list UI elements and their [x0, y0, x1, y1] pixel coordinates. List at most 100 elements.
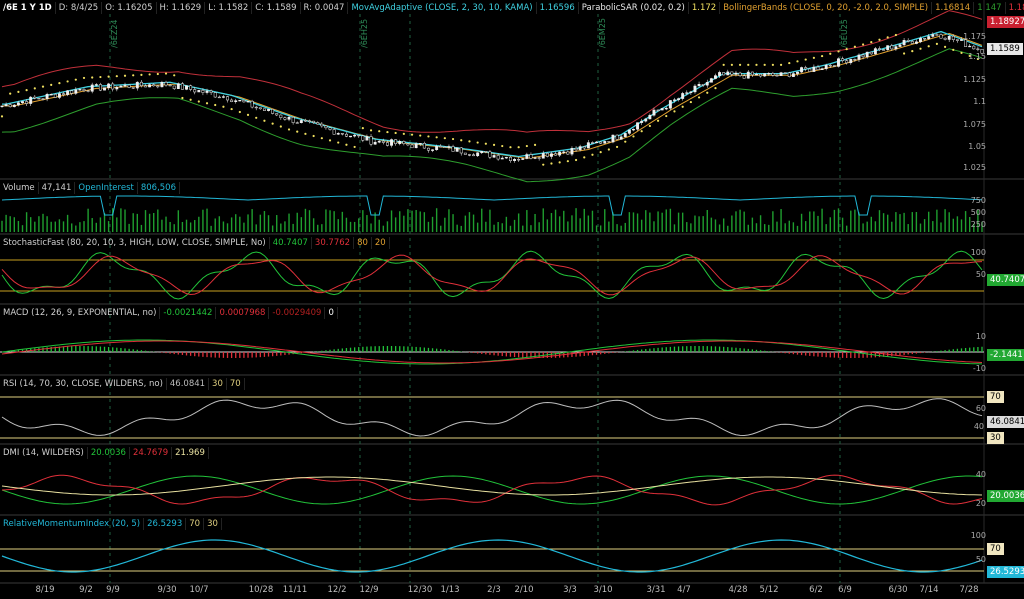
candle-body: [808, 68, 812, 72]
candle-body: [517, 159, 521, 161]
rsi-label[interactable]: RSI (14, 70, 30, CLOSE, WILDERS, no): [0, 377, 167, 390]
candle-body: [78, 89, 82, 91]
candle-body: [180, 83, 184, 90]
x-tick-14: 3/10: [593, 585, 613, 595]
candle-body: [4, 104, 8, 107]
x-tick-6: 11/11: [282, 585, 308, 595]
candle-body: [308, 120, 311, 122]
candle-body: [619, 136, 623, 140]
chart-canvas[interactable]: [0, 0, 1024, 599]
contract-mark-2: /6EH25: [360, 18, 369, 48]
psar-dot: [132, 74, 135, 77]
rmi-tick-3: 50: [975, 555, 986, 564]
candle-body: [45, 94, 49, 99]
candle-body: [29, 96, 33, 104]
x-tick-5: 10/28: [248, 585, 274, 595]
rmi-line: [1, 539, 983, 573]
psar-dot: [870, 41, 873, 44]
dmi-label[interactable]: DMI (14, WILDERS): [0, 446, 88, 459]
candle-body: [57, 93, 61, 98]
x-tick-21: 6/30: [888, 585, 908, 595]
candle-body: [221, 96, 225, 98]
x-tick-18: 5/12: [759, 585, 779, 595]
candle-body: [472, 154, 475, 157]
macd-zero-value: 0: [325, 306, 338, 319]
psar-dot: [312, 134, 315, 138]
rsi-ob-badge: 70: [987, 391, 1004, 403]
psar-dot: [624, 140, 627, 143]
psar-dot: [279, 125, 282, 128]
psar-dot: [681, 105, 684, 108]
candle-body: [783, 72, 787, 74]
psar-dot: [812, 56, 815, 59]
x-tick-0: 8/19: [35, 585, 55, 595]
rsi-os-badge: 30: [987, 432, 1004, 444]
stoch-label[interactable]: StochasticFast (80, 20, 10, 3, HIGH, LOW…: [0, 236, 270, 249]
dmi-tick-2: 20: [975, 499, 986, 508]
volume-tick-3: 250: [970, 220, 986, 229]
psar-dot: [230, 107, 233, 111]
candle-body: [37, 98, 41, 100]
rmi-badge: 26.5293: [987, 566, 1024, 578]
price-tick-1: 1.175: [963, 32, 986, 41]
candle-body: [763, 73, 767, 77]
candle-body: [668, 100, 672, 109]
rmi-label[interactable]: RelativeMomentumIndex (20, 5): [0, 517, 145, 530]
candle-body: [127, 84, 131, 88]
psar-dot: [214, 103, 217, 107]
candle-body: [324, 125, 328, 129]
volume-tick-1: 750: [970, 196, 986, 205]
candle-body: [722, 72, 726, 76]
psar-dot: [255, 116, 258, 119]
psar-dot: [509, 146, 512, 149]
candle-body: [759, 73, 763, 77]
psar-dot: [337, 141, 340, 144]
candle-body: [422, 143, 426, 149]
candle-body: [312, 120, 316, 123]
candle-body: [586, 142, 590, 149]
x-tick-9: 12/30: [407, 585, 433, 595]
x-tick-12: 2/10: [514, 585, 534, 595]
candle-body: [656, 109, 660, 112]
candle-body: [336, 133, 340, 135]
candle-body: [287, 117, 291, 120]
psar-dot: [99, 75, 102, 79]
volume-label[interactable]: Volume: [0, 181, 39, 194]
candle-body: [16, 102, 20, 106]
contract-mark-4: /6EU25: [840, 19, 849, 48]
candle-body: [414, 143, 418, 149]
oi-label[interactable]: OpenInterest: [75, 181, 138, 194]
candle-body: [578, 146, 582, 151]
candle-body: [558, 151, 562, 156]
macd-label[interactable]: MACD (12, 26, 9, EXPONENTIAL, no): [0, 306, 161, 319]
psar-dot: [0, 115, 4, 118]
candle-body: [878, 48, 881, 50]
chart-window: /6E 1 Y 1D D: 8/4/25 O: 1.16205 H: 1.162…: [0, 0, 1024, 599]
candle-body: [275, 113, 279, 116]
candle-body: [545, 153, 549, 157]
candle-body: [381, 140, 385, 143]
psar-dot: [304, 132, 307, 135]
macd-avg-value: 0.0007968: [216, 306, 270, 319]
candle-body: [447, 146, 451, 148]
candle-body: [972, 45, 976, 50]
candle-body: [947, 35, 951, 40]
psar-dot: [599, 151, 602, 154]
candle-body: [119, 85, 123, 88]
candle-body: [406, 143, 410, 146]
psar-dot: [427, 135, 430, 138]
psar-dot: [205, 102, 209, 105]
candle-body: [385, 142, 389, 146]
candle-body: [550, 153, 553, 157]
rsi-header: RSI (14, 70, 30, CLOSE, WILDERS, no) 46.…: [0, 377, 245, 390]
price-tick-3: 1.125: [963, 75, 986, 84]
candle-body: [168, 84, 172, 87]
candle-body: [361, 135, 365, 141]
last-price-badge: 1.1589: [987, 43, 1023, 55]
psar-dot: [402, 132, 405, 135]
psar-dot: [460, 139, 463, 142]
psar-dot: [878, 38, 881, 41]
candle-body: [591, 142, 594, 144]
x-tick-10: 1/13: [440, 585, 460, 595]
stoch-tick-1: 100: [970, 248, 986, 257]
